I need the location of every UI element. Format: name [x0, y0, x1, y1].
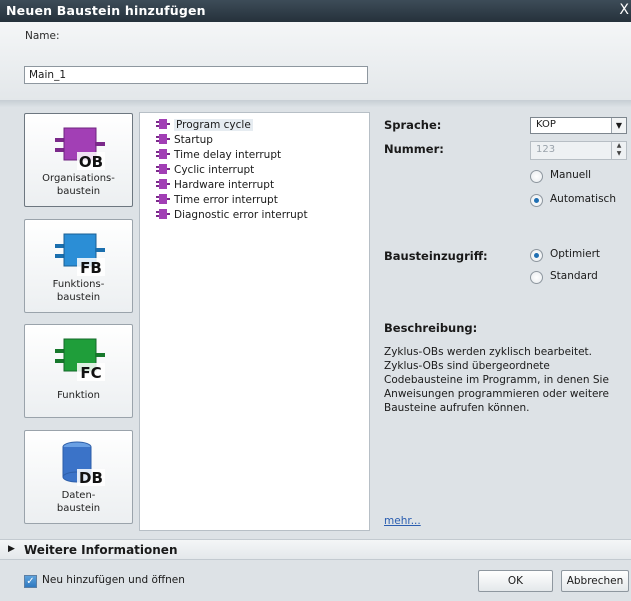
block-type-db-button[interactable]: DB Daten-baustein — [24, 430, 133, 524]
ob-item-icon — [156, 149, 170, 159]
name-label: Name: — [25, 30, 60, 42]
ob-label: Organisations-baustein — [42, 173, 115, 197]
radio-standard-label: Standard — [550, 270, 598, 282]
name-section: Name: — [0, 22, 631, 100]
more-info-label: Weitere Informationen — [24, 543, 178, 557]
ob-item-icon — [156, 134, 170, 144]
fb-label: Funktions-baustein — [52, 279, 105, 303]
language-value: KOP — [536, 119, 556, 130]
svg-text:FC: FC — [80, 364, 101, 382]
ob-item-icon — [156, 209, 170, 219]
block-type-ob-button[interactable]: OB Organisations-baustein — [24, 113, 133, 207]
number-spinner[interactable]: 123 ▲ ▼ — [530, 141, 627, 160]
radio-button[interactable] — [530, 271, 543, 284]
list-item[interactable]: Cyclic interrupt — [156, 164, 254, 178]
svg-text:FB: FB — [80, 259, 102, 277]
description-text: Zyklus-OBs werden zyklisch bearbeitet. Z… — [384, 346, 609, 414]
db-cylinder-icon: DB — [62, 441, 105, 487]
ob-item-icon — [156, 119, 170, 129]
radio-automatic-label: Automatisch — [550, 193, 616, 205]
ob-type-list: Program cycle Startup Time delay interru… — [139, 112, 370, 531]
name-input[interactable] — [24, 66, 368, 84]
number-value: 123 — [536, 144, 556, 155]
fb-block-icon: FB — [55, 233, 105, 277]
expand-triangle-icon[interactable]: ▶ — [8, 544, 15, 554]
list-item[interactable]: Time error interrupt — [156, 194, 278, 208]
close-icon[interactable]: X — [619, 2, 629, 18]
ob-item-icon — [156, 194, 170, 204]
db-label: Daten-baustein — [56, 490, 101, 514]
list-item[interactable]: Startup — [156, 134, 213, 148]
chevron-down-icon[interactable]: ▼ — [611, 118, 626, 133]
list-item[interactable]: Time delay interrupt — [156, 149, 281, 163]
radio-button[interactable] — [530, 170, 543, 183]
fc-label: Funktion — [57, 390, 100, 401]
block-type-fc-button[interactable]: FC Funktion — [24, 324, 133, 418]
radio-manual-label: Manuell — [550, 169, 592, 181]
svg-text:DB: DB — [79, 469, 103, 487]
add-and-open-label: Neu hinzufügen und öffnen — [42, 574, 185, 586]
nummer-label: Nummer: — [384, 142, 444, 156]
description-label: Beschreibung: — [384, 321, 478, 335]
dialog-title: Neuen Baustein hinzufügen — [6, 3, 206, 18]
ob-item-icon — [156, 164, 170, 174]
ob-tag: OB — [79, 153, 103, 171]
more-link[interactable]: mehr... — [384, 515, 421, 527]
title-bar: Neuen Baustein hinzufügen X — [0, 0, 631, 22]
add-block-dialog: Neuen Baustein hinzufügen X Name: OB Org… — [0, 0, 631, 601]
radio-button[interactable] — [530, 249, 543, 262]
sprache-label: Sprache: — [384, 118, 442, 132]
fc-block-icon: FC — [55, 338, 105, 382]
radio-button[interactable] — [530, 194, 543, 207]
list-item[interactable]: Program cycle — [156, 119, 253, 133]
more-info-expander[interactable]: ▶ Weitere Informationen — [0, 539, 631, 560]
ok-button[interactable]: OK — [478, 570, 553, 592]
dialog-footer: ✓ Neu hinzufügen und öffnen OK Abbrechen — [0, 561, 631, 601]
ob-block-icon: OB — [55, 127, 105, 171]
block-access-label: Bausteinzugriff: — [384, 249, 488, 263]
block-type-fb-button[interactable]: FB Funktions-baustein — [24, 219, 133, 313]
list-item[interactable]: Hardware interrupt — [156, 179, 274, 193]
spinner-arrows-icon[interactable]: ▲ ▼ — [611, 142, 626, 159]
cancel-button[interactable]: Abbrechen — [561, 570, 629, 592]
ob-item-icon — [156, 179, 170, 189]
list-item[interactable]: Diagnostic error interrupt — [156, 209, 308, 223]
radio-optimized-label: Optimiert — [550, 248, 601, 260]
section-separator — [0, 100, 631, 108]
language-select[interactable]: KOP ▼ — [530, 117, 627, 134]
add-and-open-checkbox[interactable]: ✓ — [24, 575, 37, 588]
